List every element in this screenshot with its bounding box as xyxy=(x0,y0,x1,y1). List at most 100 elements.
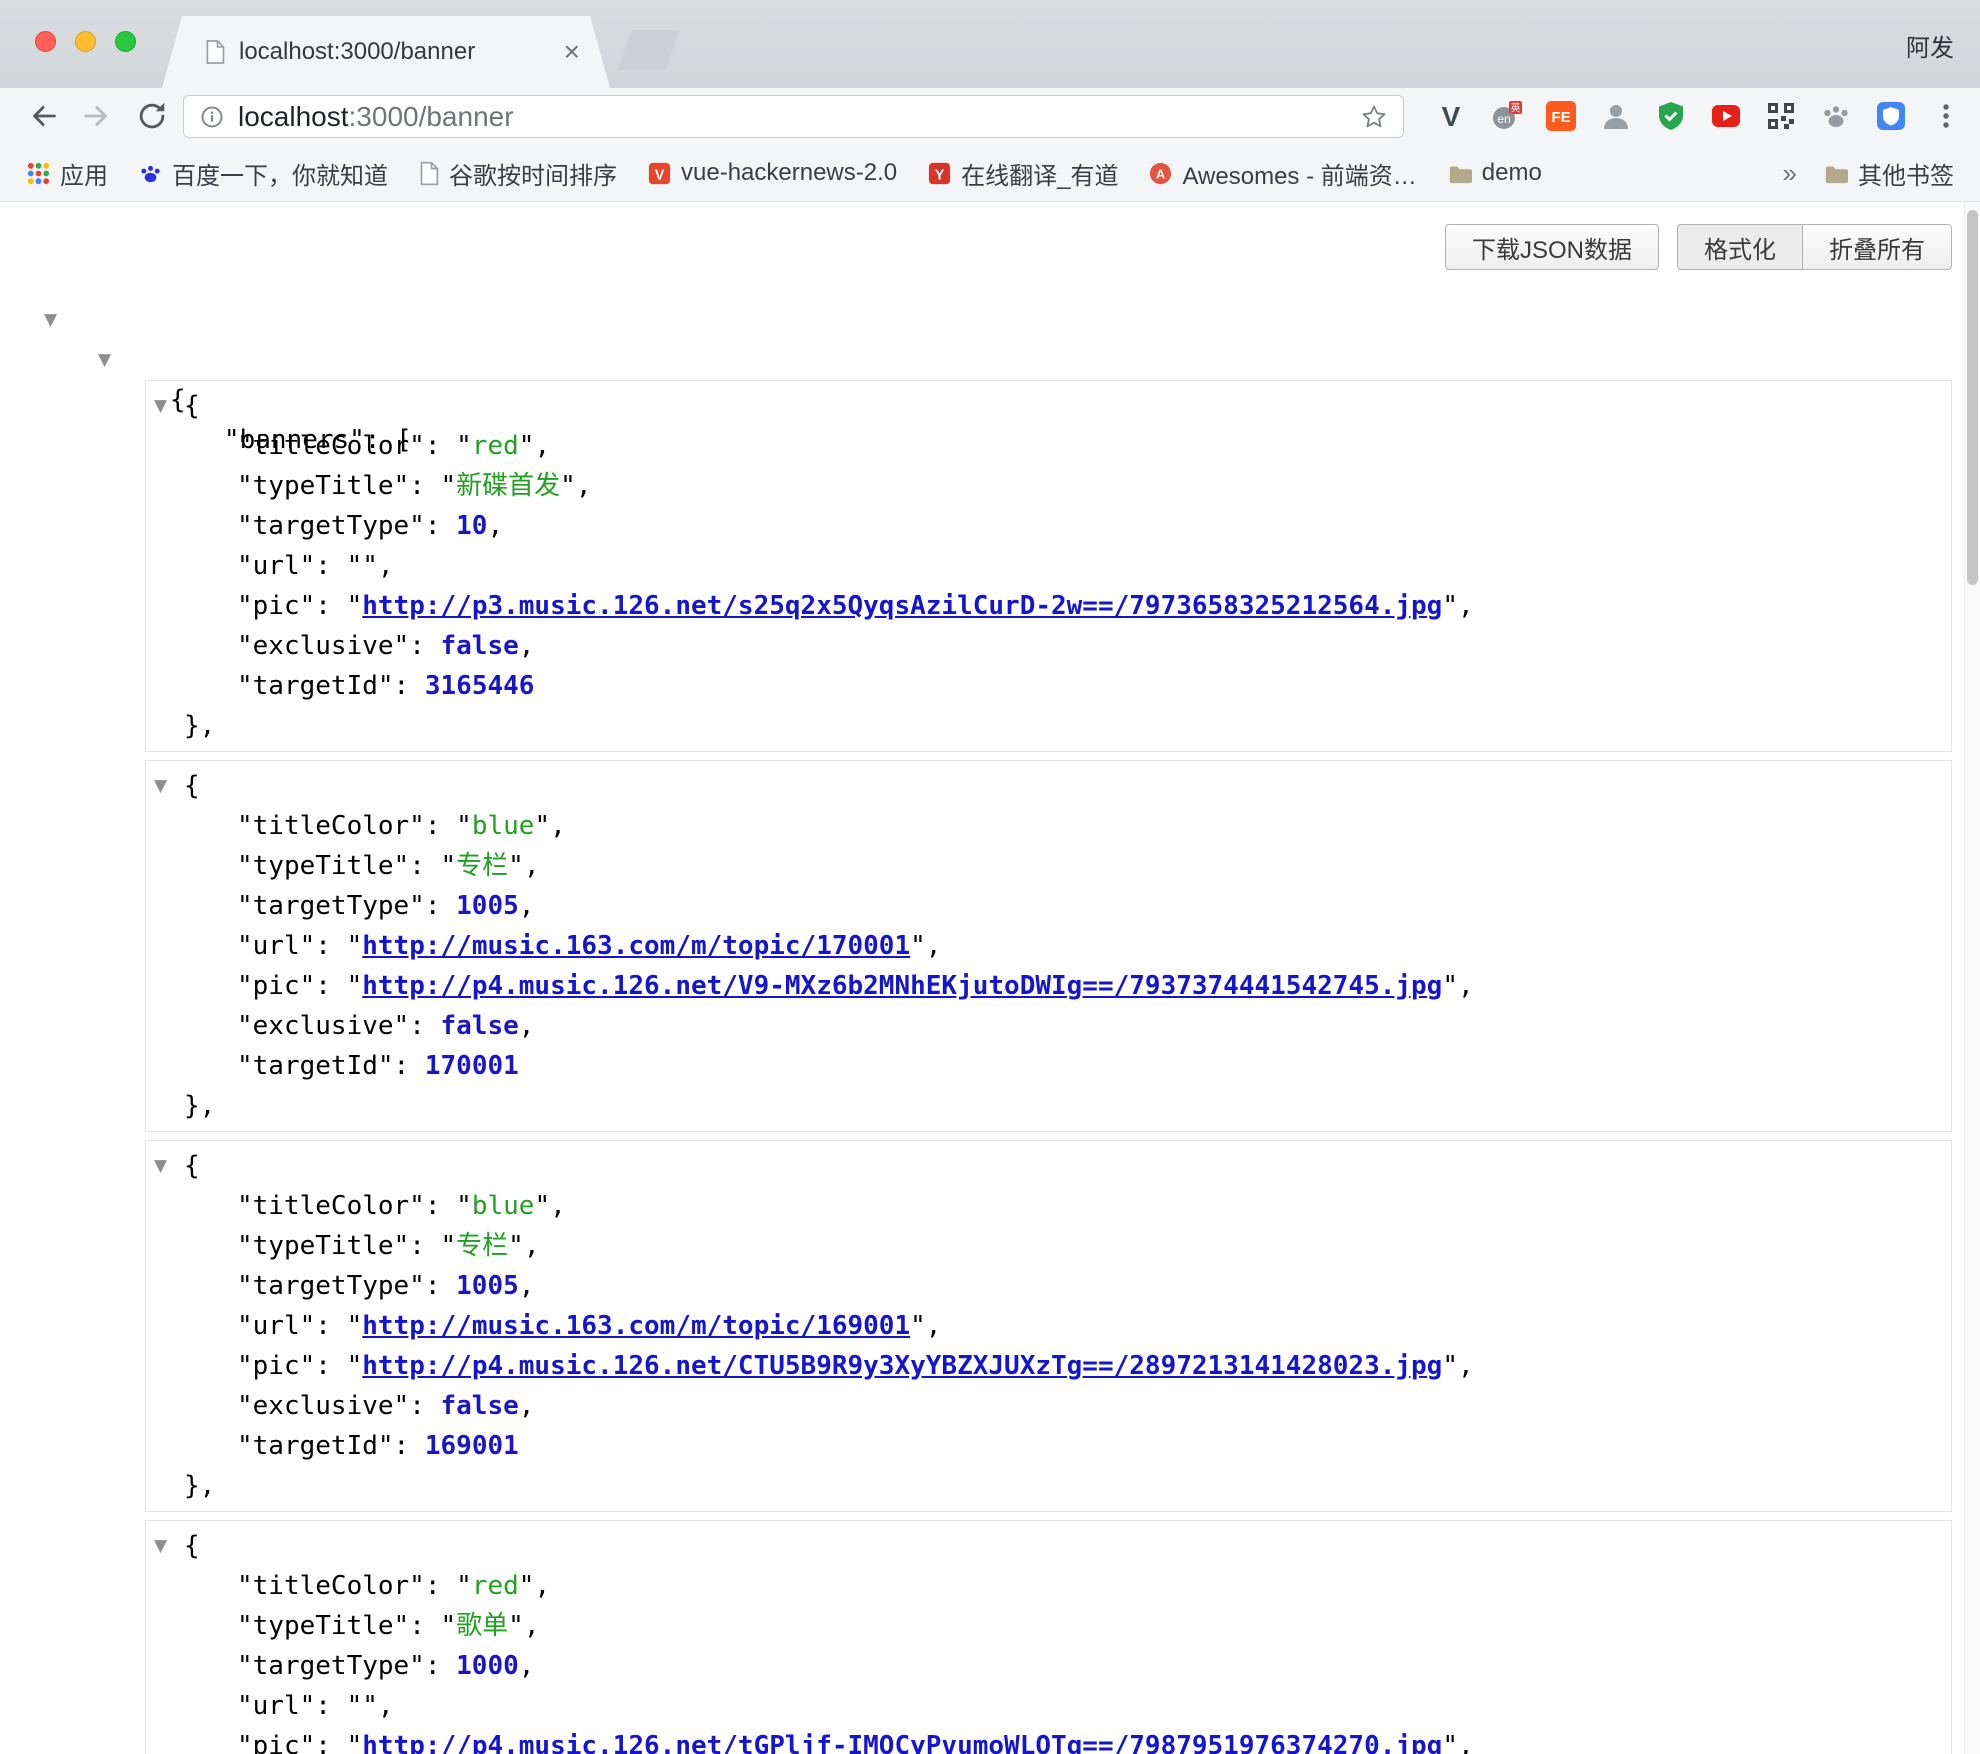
forward-arrow-icon xyxy=(79,99,113,133)
json-comma: , xyxy=(1458,971,1474,1001)
json-string-value: 专栏 xyxy=(456,851,508,881)
svg-text:V: V xyxy=(655,167,665,183)
json-comma: , xyxy=(519,1011,535,1041)
json-url-link[interactable]: http://music.163.com/m/topic/170001 xyxy=(362,931,910,961)
scrollbar-thumb[interactable] xyxy=(1967,210,1978,585)
other-bookmarks[interactable]: 其他书签 xyxy=(1823,156,1954,191)
extension-icons: V en英 FE xyxy=(1435,100,1962,132)
json-field-line: "url": "http://music.163.com/m/topic/169… xyxy=(146,1306,1951,1346)
collapse-toggle-icon[interactable]: ▼ xyxy=(154,1146,167,1186)
bookmarks-overflow-chevron[interactable]: » xyxy=(1783,158,1797,189)
json-comma: , xyxy=(524,851,540,881)
json-colon: : xyxy=(315,551,346,581)
json-url-link[interactable]: http://p4.music.126.net/tGPljf-IMOCyPvum… xyxy=(362,1731,1442,1754)
scrollbar[interactable] xyxy=(1964,202,1980,1754)
json-quote: " xyxy=(441,851,457,881)
collapse-toggle-icon[interactable]: ▼ xyxy=(154,766,167,806)
json-key: "url" xyxy=(237,1311,315,1341)
bookmark-demo-folder[interactable]: demo xyxy=(1447,159,1542,187)
json-quote: " xyxy=(534,811,550,841)
bookmark-label: 谷歌按时间排序 xyxy=(449,156,617,191)
json-comma: , xyxy=(519,1391,535,1421)
json-comma: , xyxy=(926,1311,942,1341)
collapse-toggle-icon[interactable]: ▼ xyxy=(44,300,57,340)
json-comma: , xyxy=(524,1231,540,1261)
json-quote: " xyxy=(910,931,926,961)
browser-tab[interactable]: localhost:3000/banner × xyxy=(162,16,610,88)
bookmark-youdao[interactable]: Y 在线翻译_有道 xyxy=(927,156,1118,191)
bookmark-baidu[interactable]: 百度一下，你就知道 xyxy=(138,156,388,191)
bookmark-google-sort[interactable]: 谷歌按时间排序 xyxy=(418,156,617,191)
json-comma: , xyxy=(550,1191,566,1221)
json-colon: : xyxy=(315,1691,346,1721)
page-content: 下载JSON数据 格式化 折叠所有 ▼ { ▼ "banners": [ ▼{"… xyxy=(0,202,1980,1754)
red-play-extension-icon[interactable] xyxy=(1710,100,1742,132)
collapse-toggle-icon[interactable]: ▼ xyxy=(154,1526,167,1566)
tab-close-icon[interactable]: × xyxy=(564,38,580,66)
json-field-line: "typeTitle": "专栏", xyxy=(146,1226,1951,1266)
json-colon: : xyxy=(425,431,456,461)
green-shield-extension-icon[interactable] xyxy=(1655,100,1687,132)
profile-name[interactable]: 阿发 xyxy=(1906,28,1954,63)
json-string-value: 新碟首发 xyxy=(456,471,560,501)
json-colon: : xyxy=(425,1651,456,1681)
page-icon xyxy=(418,161,440,186)
json-colon: : xyxy=(315,1351,346,1381)
json-comma: , xyxy=(576,471,592,501)
json-quote: " xyxy=(456,431,472,461)
json-quote: " xyxy=(519,431,535,461)
json-field-line: "targetId": 170001 xyxy=(146,1046,1951,1086)
json-field-line: "targetId": 169001 xyxy=(146,1426,1951,1466)
close-window-button[interactable] xyxy=(35,31,56,52)
info-icon[interactable] xyxy=(198,103,226,131)
people-extension-icon[interactable] xyxy=(1600,100,1632,132)
collapse-toggle-icon[interactable]: ▼ xyxy=(98,340,111,380)
json-number-value: 169001 xyxy=(425,1431,519,1461)
download-json-button[interactable]: 下载JSON数据 xyxy=(1445,224,1659,270)
json-quote: " xyxy=(347,1311,363,1341)
bookmark-star-icon[interactable] xyxy=(1359,102,1389,132)
tab-title: localhost:3000/banner xyxy=(239,38,564,66)
json-url-link[interactable]: http://p4.music.126.net/V9-MXz6b2MNhEKju… xyxy=(362,971,1442,1001)
fe-extension-icon[interactable]: FE xyxy=(1545,100,1577,132)
collapse-toggle-icon[interactable]: ▼ xyxy=(154,386,167,426)
json-colon: : xyxy=(394,1431,425,1461)
json-url-link[interactable]: http://music.163.com/m/topic/169001 xyxy=(362,1311,910,1341)
json-colon: : xyxy=(425,1571,456,1601)
json-url-link[interactable]: http://p4.music.126.net/CTU5B9R9y3XyYBZX… xyxy=(362,1351,1442,1381)
qr-code-extension-icon[interactable] xyxy=(1765,100,1797,132)
paw-extension-icon[interactable] xyxy=(1820,100,1852,132)
blue-shield-extension-icon[interactable] xyxy=(1875,100,1907,132)
url-bar[interactable]: localhost:3000/banner xyxy=(183,95,1404,138)
json-quote: " xyxy=(1442,1351,1458,1381)
translate-extension-icon[interactable]: en英 xyxy=(1490,100,1522,132)
window-controls xyxy=(35,31,136,52)
bookmark-awesomes[interactable]: A Awesomes - 前端资… xyxy=(1148,156,1416,191)
json-field-line: "typeTitle": "专栏", xyxy=(146,846,1951,886)
json-object-open-line: ▼{ xyxy=(146,386,1951,426)
bookmark-apps[interactable]: 应用 xyxy=(26,156,108,191)
json-field-line: "titleColor": "red", xyxy=(146,426,1951,466)
minimize-window-button[interactable] xyxy=(75,31,96,52)
json-object-close-line: }, xyxy=(146,1086,1951,1126)
format-button[interactable]: 格式化 xyxy=(1677,224,1803,270)
json-url-link[interactable]: http://p3.music.126.net/s25q2x5QyqsAzilC… xyxy=(362,591,1442,621)
json-comma: , xyxy=(519,1651,535,1681)
json-open-brace: { xyxy=(184,1531,200,1561)
json-colon: : xyxy=(425,511,456,541)
new-tab-button[interactable] xyxy=(618,30,680,70)
collapse-all-button[interactable]: 折叠所有 xyxy=(1803,224,1952,270)
json-key: "titleColor" xyxy=(237,811,425,841)
menu-icon[interactable] xyxy=(1930,100,1962,132)
vimium-extension-icon[interactable]: V xyxy=(1435,100,1467,132)
json-field-line: "targetType": 1005, xyxy=(146,1266,1951,1306)
json-key: "url" xyxy=(237,931,315,961)
json-number-value: 3165446 xyxy=(425,671,535,701)
forward-button[interactable] xyxy=(78,98,114,134)
back-button[interactable] xyxy=(26,98,62,134)
reload-button[interactable] xyxy=(134,98,170,134)
json-key: "exclusive" xyxy=(237,1011,409,1041)
bookmark-label: 百度一下，你就知道 xyxy=(172,156,388,191)
zoom-window-button[interactable] xyxy=(115,31,136,52)
bookmark-vue-hackernews[interactable]: V vue-hackernews-2.0 xyxy=(647,159,897,187)
